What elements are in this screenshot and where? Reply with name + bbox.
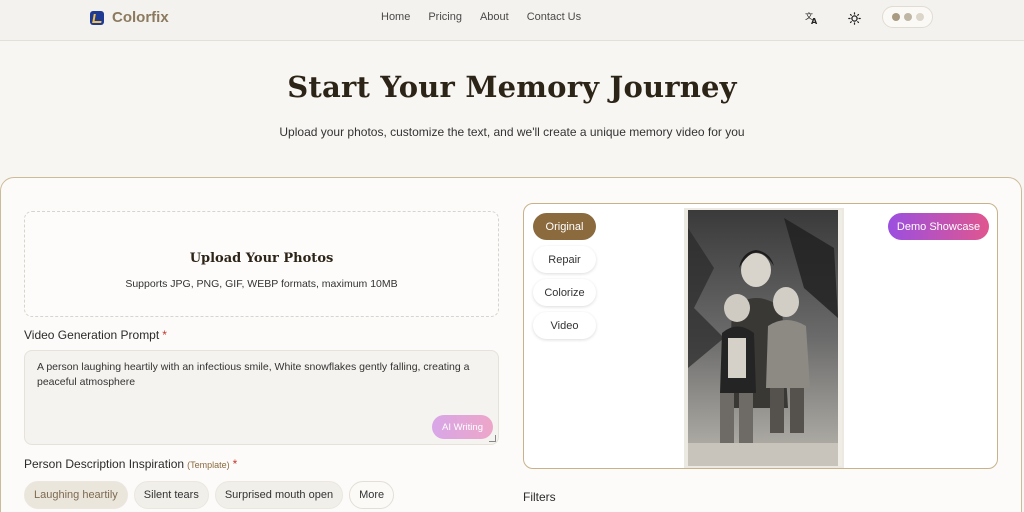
inspiration-label-text: Person Description Inspiration [24, 457, 185, 471]
brand[interactable]: Colorfix [90, 9, 169, 26]
nav-link-about[interactable]: About [480, 11, 509, 23]
filters-label: Filters [523, 490, 556, 504]
resize-handle[interactable] [489, 435, 496, 442]
hero-title: Start Your Memory Journey [287, 70, 737, 104]
upload-title: Upload Your Photos [189, 251, 334, 266]
nav-link-home[interactable]: Home [381, 11, 410, 23]
demo-showcase-button[interactable]: Demo Showcase [888, 213, 989, 240]
sun-icon[interactable] [846, 10, 862, 26]
inspiration-label: Person Description Inspiration (Template)… [24, 457, 237, 471]
mode-original-button[interactable]: Original [533, 213, 596, 240]
hero-subtitle: Upload your photos, customize the text, … [279, 125, 745, 139]
upload-dropzone[interactable]: Upload Your Photos Supports JPG, PNG, GI… [24, 211, 499, 317]
template-note: (Template) [187, 460, 230, 470]
preview-panel: Original Repair Colorize Video Demo Show… [523, 203, 998, 469]
required-mark: * [162, 328, 167, 342]
mode-repair-button[interactable]: Repair [533, 246, 596, 273]
prompt-textarea[interactable]: A person laughing heartily with an infec… [24, 350, 499, 445]
chip-silent-tears[interactable]: Silent tears [133, 481, 209, 509]
brand-name: Colorfix [112, 9, 169, 26]
user-menu-pill[interactable] [882, 6, 933, 28]
preview-photo [684, 208, 844, 468]
mode-colorize-button[interactable]: Colorize [533, 279, 596, 306]
pill-dot [892, 13, 900, 21]
chip-more[interactable]: More [349, 481, 395, 509]
chip-surprised-mouth-open[interactable]: Surprised mouth open [214, 481, 344, 509]
translate-icon[interactable]: 文 A [804, 10, 820, 26]
pill-dot [916, 13, 924, 21]
upload-formats-note: Supports JPG, PNG, GIF, WEBP formats, ma… [125, 278, 398, 290]
chip-laughing-heartily[interactable]: Laughing heartily [24, 481, 128, 509]
required-mark: * [232, 457, 238, 471]
nav-link-contact[interactable]: Contact Us [527, 11, 581, 23]
nav-link-pricing[interactable]: Pricing [428, 11, 462, 23]
ai-writing-button[interactable]: AI Writing [432, 415, 493, 439]
prompt-text: A person laughing heartily with an infec… [37, 361, 470, 388]
svg-text:A: A [811, 17, 818, 25]
top-nav: Colorfix Home Pricing About Contact Us 文… [0, 0, 1024, 41]
colorfix-logo-icon [90, 10, 104, 25]
nav-links: Home Pricing About Contact Us [381, 11, 599, 23]
inspiration-chips: Laughing heartily Silent tears Surprised… [24, 481, 395, 509]
mode-video-button[interactable]: Video [533, 312, 596, 339]
prompt-label-text: Video Generation Prompt [24, 328, 160, 342]
pill-dot [904, 13, 912, 21]
prompt-label: Video Generation Prompt * [24, 328, 167, 342]
